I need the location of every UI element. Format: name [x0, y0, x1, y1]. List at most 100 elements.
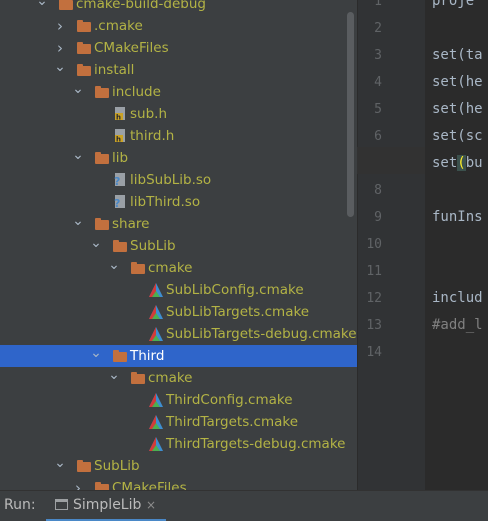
tree-item-label: cmake	[148, 370, 193, 386]
code-line[interactable]: funIns	[432, 204, 483, 231]
chevron-down-icon[interactable]: ⌄	[54, 455, 66, 477]
tree-item[interactable]: ⌄ SubLib	[0, 455, 357, 477]
tree-item-label: libSubLib.so	[130, 172, 212, 188]
tree-item-label: third.h	[130, 128, 175, 144]
tree-item[interactable]: ⌄ cmake	[0, 257, 357, 279]
tree-item-label: share	[112, 216, 150, 232]
tree-item-label: sub.h	[130, 106, 168, 122]
tree-item[interactable]: ⌄ include	[0, 81, 357, 103]
tree-item[interactable]: SubLibTargets.cmake	[0, 301, 357, 323]
run-tool-bar: Run: SimpleLib ×	[0, 490, 488, 521]
tree-item-label: libThird.so	[130, 194, 201, 210]
tree-item-label: Third	[130, 348, 165, 364]
chevron-right-icon[interactable]: ›	[72, 477, 84, 490]
tree-item[interactable]: SubLibConfig.cmake	[0, 279, 357, 301]
tree-item[interactable]: ⌄ cmake	[0, 367, 357, 389]
tree-item[interactable]: ThirdTargets.cmake	[0, 411, 357, 433]
tree-item[interactable]: ⌄ install	[0, 59, 357, 81]
tree-item[interactable]: ⌄ share	[0, 213, 357, 235]
editor-gutter: 1234567891011121314	[357, 0, 425, 490]
chevron-down-icon[interactable]: ⌄	[72, 213, 84, 235]
chevron-down-icon[interactable]: ⌄	[90, 345, 102, 367]
line-number: 10	[366, 237, 382, 252]
tree-item-label: cmake-build-debug	[76, 0, 206, 12]
code-line[interactable]: set(he	[432, 96, 483, 123]
run-tab-label: SimpleLib	[73, 497, 142, 513]
code-editor[interactable]: proje set(ta set(he set(he set(sc set(bu funIn…	[425, 0, 488, 490]
cmake-file-icon	[148, 327, 164, 341]
tree-item-label: ThirdTargets-debug.cmake	[166, 436, 346, 452]
chevron-right-icon[interactable]: ›	[54, 37, 66, 59]
line-number: 11	[366, 264, 382, 279]
code-line[interactable]: includ	[432, 285, 483, 312]
line-number: 9	[374, 210, 382, 225]
code-line[interactable]: set(sc	[432, 123, 483, 150]
project-tree: ⌄ cmake-build-debug › .cmake › CMakeFiles ⌄ ins…	[0, 0, 357, 490]
chevron-down-icon[interactable]: ⌄	[36, 0, 48, 15]
cmake-file-icon	[148, 305, 164, 319]
console-icon	[55, 499, 68, 510]
tree-item[interactable]: ⌄ cmake-build-debug	[0, 0, 357, 15]
tree-item-label: SubLibConfig.cmake	[166, 282, 304, 298]
unknown-file-icon: ?	[112, 173, 128, 188]
tree-item[interactable]: ⌄ lib	[0, 147, 357, 169]
tree-item[interactable]: › .cmake	[0, 15, 357, 37]
tree-item[interactable]: › CMakeFiles	[0, 477, 357, 490]
chevron-down-icon[interactable]: ⌄	[108, 367, 120, 389]
tree-item[interactable]: › CMakeFiles	[0, 37, 357, 59]
code-line[interactable]: set(bu	[432, 150, 483, 177]
tree-item-label: install	[94, 62, 135, 78]
code-line[interactable]: set(ta	[432, 42, 483, 69]
chevron-down-icon[interactable]: ⌄	[108, 257, 120, 279]
line-number: 14	[366, 345, 382, 360]
code-line[interactable]: #add_l	[432, 312, 483, 339]
chevron-down-icon[interactable]: ⌄	[72, 147, 84, 169]
chevron-down-icon[interactable]: ⌄	[54, 59, 66, 81]
chevron-down-icon[interactable]: ⌄	[90, 235, 102, 257]
tree-item-label: SubLib	[130, 238, 176, 254]
cmake-file-icon	[148, 415, 164, 429]
line-number: 4	[374, 75, 382, 90]
tree-item[interactable]: ⌄ SubLib	[0, 235, 357, 257]
tree-item-label: include	[112, 84, 161, 100]
tree-item-label: CMakeFiles	[112, 480, 187, 490]
tree-scrollbar[interactable]	[347, 12, 354, 217]
tree-item[interactable]: h sub.h	[0, 103, 357, 125]
chevron-down-icon[interactable]: ⌄	[72, 81, 84, 103]
tree-item-label: ThirdTargets.cmake	[166, 414, 299, 430]
code-line[interactable]: set(he	[432, 69, 483, 96]
tree-item-label: CMakeFiles	[94, 40, 169, 56]
tree-item-label: SubLib	[94, 458, 140, 474]
tree-item-label: SubLibTargets.cmake	[166, 304, 310, 320]
run-label: Run:	[4, 497, 36, 513]
tree-item-label: ThirdConfig.cmake	[166, 392, 293, 408]
header-file-icon: h	[112, 107, 128, 122]
line-number: 3	[374, 48, 382, 63]
unknown-file-icon: ?	[112, 195, 128, 210]
tree-item[interactable]: ThirdConfig.cmake	[0, 389, 357, 411]
current-line-gutter-highlight	[357, 147, 425, 174]
tree-item-label: .cmake	[94, 18, 143, 34]
tree-item[interactable]: SubLibTargets-debug.cmake	[0, 323, 357, 345]
line-number: 6	[374, 129, 382, 144]
tree-item[interactable]: ThirdTargets-debug.cmake	[0, 433, 357, 455]
svg-text:h: h	[116, 114, 121, 122]
run-tab-simplelib[interactable]: SimpleLib ×	[46, 491, 166, 521]
tree-item-label: SubLibTargets-debug.cmake	[166, 326, 357, 342]
svg-text:h: h	[116, 136, 121, 144]
matched-paren-highlight: (	[457, 155, 466, 171]
tree-item[interactable]: ⌄ Third	[0, 345, 357, 367]
line-number: 2	[374, 21, 382, 36]
chevron-right-icon[interactable]: ›	[54, 15, 66, 37]
line-number: 13	[366, 318, 382, 333]
tree-item[interactable]: ? libThird.so	[0, 191, 357, 213]
code-line[interactable]: proje	[432, 0, 474, 15]
tree-item[interactable]: h third.h	[0, 125, 357, 147]
header-file-icon: h	[112, 129, 128, 144]
tree-item-label: lib	[112, 150, 129, 166]
line-number: 8	[374, 183, 382, 198]
cmake-file-icon	[148, 437, 164, 451]
close-icon[interactable]: ×	[146, 491, 156, 519]
cmake-file-icon	[148, 393, 164, 407]
tree-item[interactable]: ? libSubLib.so	[0, 169, 357, 191]
